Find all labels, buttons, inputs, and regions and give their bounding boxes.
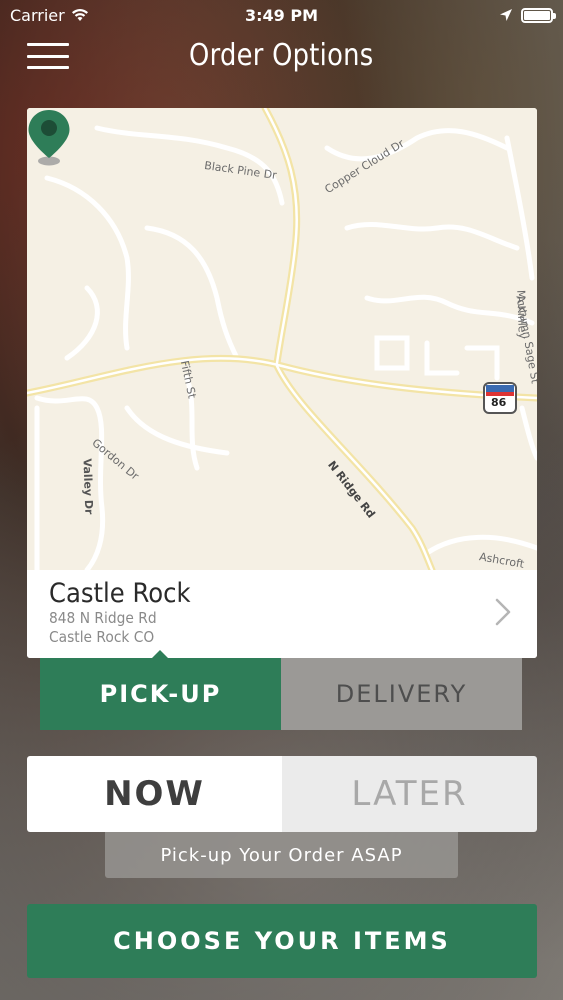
delivery-option[interactable]: DELIVERY xyxy=(281,658,522,730)
later-option[interactable]: LATER xyxy=(282,756,537,832)
store-map-card: Black Pine Dr Copper Cloud Dr Fifth St G… xyxy=(27,108,537,658)
store-address-line2: Castle Rock CO xyxy=(49,628,155,646)
wifi-icon xyxy=(71,9,88,21)
map-label-valley: Valley Dr xyxy=(80,458,96,515)
store-name: Castle Rock xyxy=(49,578,191,609)
choose-items-button[interactable]: CHOOSE YOUR ITEMS xyxy=(27,904,537,978)
fulfillment-toggle: PICK-UP DELIVERY xyxy=(40,658,522,730)
store-location-row[interactable]: Castle Rock 848 N Ridge Rd Castle Rock C… xyxy=(27,570,537,658)
route-86-label: 86 xyxy=(491,396,507,409)
battery-icon xyxy=(521,7,556,23)
store-address-line1: 848 N Ridge Rd xyxy=(49,609,157,627)
carrier-label: Carrier xyxy=(10,5,65,25)
location-arrow-icon xyxy=(500,9,512,21)
map-pin-icon[interactable] xyxy=(27,108,71,170)
pickup-option[interactable]: PICK-UP xyxy=(40,658,281,730)
status-bar: Carrier 3:49 PM xyxy=(0,0,563,30)
chevron-right-icon xyxy=(495,598,511,626)
timing-note: Pick-up Your Order ASAP xyxy=(105,832,458,878)
store-map[interactable]: Black Pine Dr Copper Cloud Dr Fifth St G… xyxy=(27,108,537,571)
timing-toggle: NOW LATER xyxy=(27,756,537,832)
map-roads xyxy=(27,108,537,570)
hamburger-menu-icon[interactable] xyxy=(27,43,69,69)
now-option[interactable]: NOW xyxy=(27,756,282,832)
page-title: Order Options xyxy=(189,37,374,73)
header: Order Options xyxy=(0,30,563,80)
